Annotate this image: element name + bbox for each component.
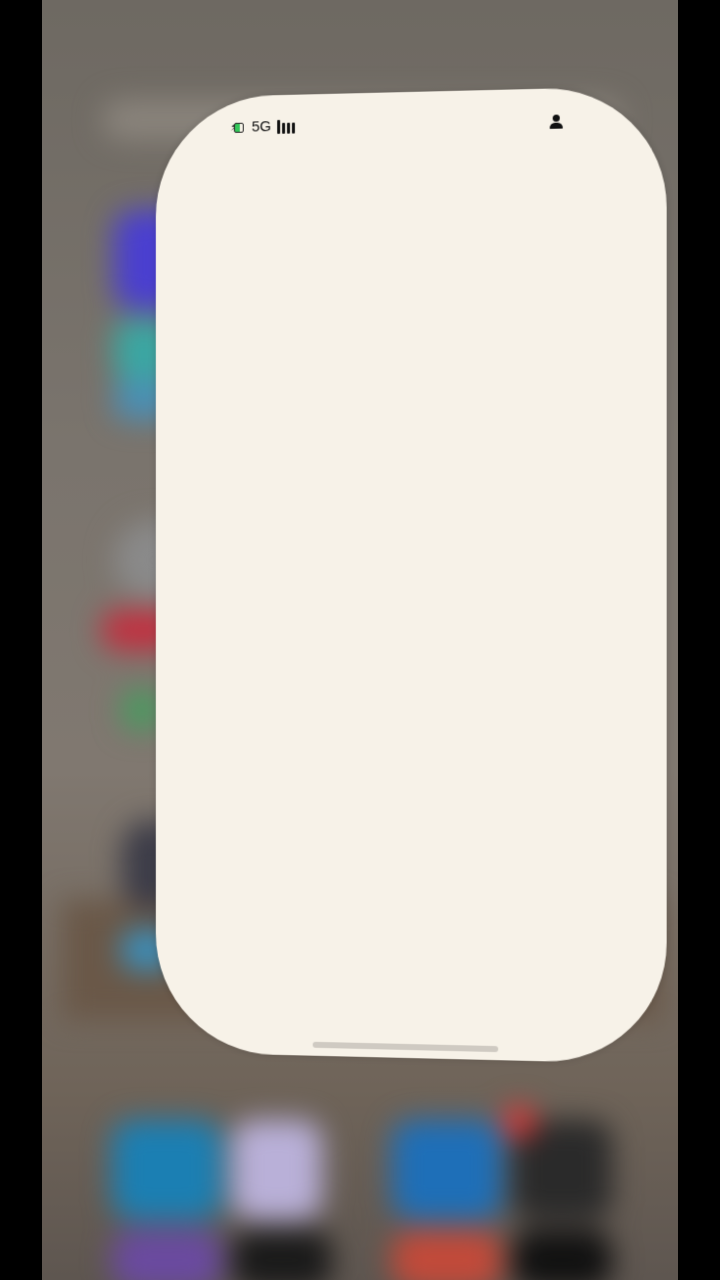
blurred-notification-badge: [502, 1105, 536, 1139]
blurred-dock-icon: [232, 1230, 332, 1280]
home-indicator[interactable]: [312, 1041, 499, 1053]
blurred-dock-icon: [512, 1230, 612, 1280]
status-bar: ⚡ 5G: [156, 106, 667, 147]
signal-bars-icon: [277, 119, 295, 134]
app-switcher-card[interactable]: ⚡ 5G: [155, 85, 667, 1065]
blurred-dock-icon: [392, 1120, 502, 1220]
blurred-dock-icon: [112, 1120, 222, 1220]
battery-charging-icon: ⚡: [230, 121, 246, 133]
person-icon: [549, 114, 565, 130]
status-left-group: ⚡ 5G: [230, 118, 295, 136]
app-switcher-screen: ⚡ 5G: [0, 0, 720, 1280]
blurred-dock-icon: [232, 1120, 322, 1220]
blurred-dock-icon: [112, 1230, 222, 1280]
blurred-dock-icon: [392, 1230, 502, 1280]
network-label: 5G: [251, 118, 272, 136]
